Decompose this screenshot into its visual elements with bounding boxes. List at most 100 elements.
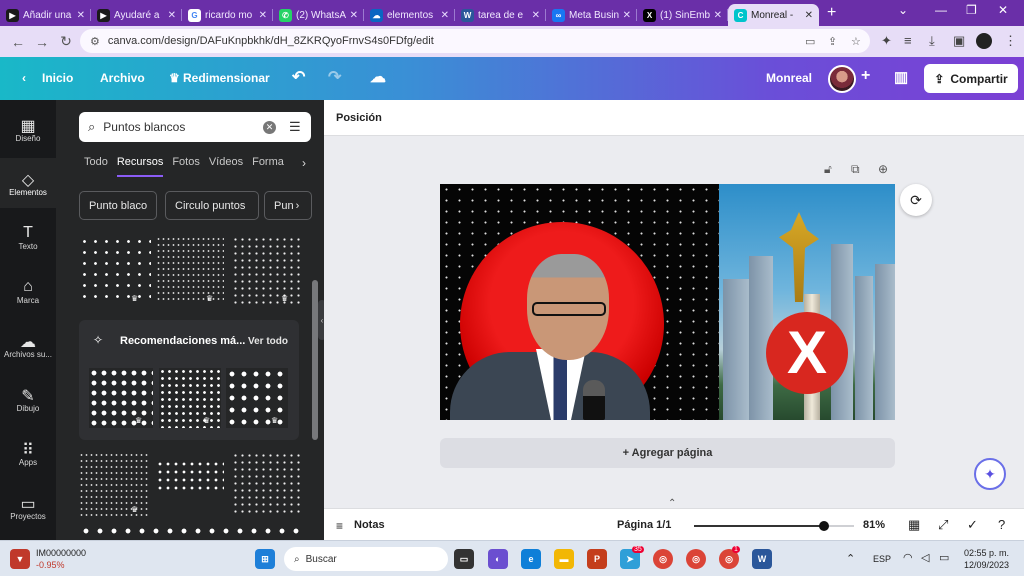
- asset-dots-3[interactable]: [232, 236, 302, 304]
- asset-dots-5[interactable]: [156, 460, 224, 490]
- cloud-save-icon[interactable]: ☁: [370, 67, 386, 87]
- undo-icon[interactable]: ↶: [292, 67, 305, 87]
- new-tab-button[interactable]: +: [827, 4, 836, 22]
- browser-tab-7[interactable]: ∞ Meta Busin ✕: [546, 4, 637, 26]
- panel-tab-videos[interactable]: Vídeos: [209, 156, 243, 177]
- reload-icon[interactable]: ↻: [54, 33, 78, 50]
- help-icon[interactable]: ?: [998, 517, 1005, 532]
- notes-icon[interactable]: ≡: [336, 519, 343, 533]
- rail-item-elementos[interactable]: ◇ Elementos: [0, 158, 56, 208]
- back-chevron-icon[interactable]: ‹: [22, 71, 26, 85]
- rail-item-proyectos[interactable]: ▭ Proyectos: [0, 482, 56, 532]
- clear-search-icon[interactable]: ✕: [263, 120, 276, 134]
- recommended-asset-1[interactable]: [89, 368, 153, 428]
- regenerate-icon[interactable]: ⟳: [900, 184, 932, 216]
- download-icon[interactable]: ⤓: [929, 33, 935, 49]
- minimize-icon[interactable]: —: [935, 3, 947, 17]
- browser-tab-1[interactable]: ▶ Añadir una ✕: [0, 4, 91, 26]
- browser-tab-8[interactable]: X (1) SinEmb ✕: [637, 4, 728, 26]
- teams-icon[interactable]: ◐: [488, 549, 508, 569]
- fullscreen-icon[interactable]: ⤢: [938, 517, 948, 533]
- user-avatar[interactable]: [828, 65, 856, 93]
- browser-tab-6[interactable]: Wtarea de e ✕: [455, 4, 546, 26]
- resize-button[interactable]: Redimensionar: [183, 71, 270, 85]
- recommended-asset-2[interactable]: [159, 368, 221, 428]
- city-photo[interactable]: X: [719, 184, 895, 420]
- rail-item-texto[interactable]: T Texto: [0, 212, 56, 262]
- page-indicator[interactable]: Página 1/1: [617, 519, 671, 531]
- browser-tab-4[interactable]: ✆ (2) WhatsA ✕: [273, 4, 364, 26]
- design-title[interactable]: Monreal: [766, 71, 812, 85]
- tab-close-icon[interactable]: ✕: [623, 10, 631, 21]
- rail-item-dise-o[interactable]: ▦ Diseño: [0, 104, 56, 154]
- chrome-profile-icon[interactable]: ◎: [686, 549, 706, 569]
- lock-icon[interactable]: 🔓︎: [824, 162, 832, 177]
- magic-assistant-icon[interactable]: ✦: [974, 458, 1006, 490]
- forward-icon[interactable]: →: [30, 34, 54, 50]
- tab-close-icon[interactable]: ✕: [714, 10, 722, 21]
- maximize-icon[interactable]: ❐: [966, 3, 977, 17]
- panel-tab-recursos[interactable]: Recursos: [116, 156, 164, 177]
- tab-close-icon[interactable]: ✕: [168, 10, 176, 21]
- browser-tab-9[interactable]: C Monreal - ✕: [728, 4, 819, 26]
- clock-date[interactable]: 12/09/2023: [964, 560, 1009, 570]
- clock-time[interactable]: 02:55 p. m.: [964, 548, 1009, 558]
- chip-circulo-puntos[interactable]: Circulo puntos: [165, 191, 259, 220]
- invite-plus-icon[interactable]: +: [861, 67, 870, 85]
- extensions-icon[interactable]: ✦: [881, 33, 892, 49]
- duplicate-icon[interactable]: ⧉: [851, 162, 860, 177]
- browser-tab-2[interactable]: ▶ Ayudaré a ✕: [91, 4, 182, 26]
- powerpoint-icon[interactable]: P: [587, 549, 607, 569]
- tab-close-icon[interactable]: ✕: [77, 10, 85, 21]
- zoom-slider[interactable]: [694, 521, 854, 531]
- edge-icon[interactable]: e: [521, 549, 541, 569]
- wifi-icon[interactable]: ◠: [903, 551, 913, 564]
- tab-search-icon[interactable]: ⌄: [898, 3, 908, 17]
- chip-pun[interactable]: Pun ›: [264, 191, 312, 220]
- recommended-asset-3[interactable]: [226, 368, 288, 428]
- rail-item-marca[interactable]: ⌂ Marca: [0, 266, 56, 316]
- browser-tab-5[interactable]: ☁ elementos ✕: [364, 4, 455, 26]
- insights-icon[interactable]: ▥: [894, 68, 908, 86]
- panel-tab-fotos[interactable]: Fotos: [172, 156, 200, 177]
- word-icon[interactable]: W: [752, 549, 772, 569]
- address-bar[interactable]: ⚙ canva.com/design/DAFuKnpbkhk/dH_8ZKRQy…: [80, 29, 870, 53]
- tab-close-icon[interactable]: ✕: [441, 10, 449, 21]
- tab-close-icon[interactable]: ✕: [805, 10, 813, 21]
- file-menu[interactable]: Archivo: [100, 71, 145, 85]
- browser-menu-icon[interactable]: ⋮: [1004, 33, 1017, 49]
- battery-icon[interactable]: ▭: [939, 551, 949, 564]
- close-window-icon[interactable]: ✕: [998, 3, 1008, 17]
- start-icon[interactable]: ⊞: [255, 549, 275, 569]
- asset-dots-6[interactable]: [232, 452, 302, 516]
- share-page-icon[interactable]: ⇪: [828, 35, 837, 48]
- chip-punto-blaco[interactable]: Punto blaco: [79, 191, 157, 220]
- zoom-level[interactable]: 81%: [863, 519, 885, 531]
- share-button[interactable]: ⇪ Compartir: [924, 64, 1018, 93]
- redo-icon[interactable]: ↷: [328, 67, 341, 87]
- browser-tab-3[interactable]: Gricardo mo ✕: [182, 4, 273, 26]
- see-all-link[interactable]: Ver todo: [248, 336, 288, 347]
- add-page-icon[interactable]: ⊕: [878, 162, 888, 176]
- design-page[interactable]: X: [440, 184, 895, 420]
- asset-dots-4[interactable]: [79, 452, 149, 516]
- sidepanel-icon[interactable]: ▣: [953, 33, 965, 49]
- asset-dots-row[interactable]: [79, 524, 299, 538]
- language-indicator[interactable]: ESP: [873, 554, 891, 564]
- check-icon[interactable]: ✓: [967, 517, 978, 533]
- tabs-next-icon[interactable]: ›: [302, 156, 306, 170]
- rail-item-archivos-su[interactable]: ☁ Archivos su...: [0, 320, 56, 370]
- rail-item-apps[interactable]: ⠿ Apps: [0, 428, 56, 478]
- position-button[interactable]: Posición: [336, 112, 382, 124]
- notes-button[interactable]: Notas: [354, 519, 385, 531]
- search-input[interactable]: ⌕ Puntos blancos ✕ ☰: [79, 112, 311, 142]
- tab-close-icon[interactable]: ✕: [532, 10, 540, 21]
- grid-view-icon[interactable]: ▦: [908, 517, 920, 533]
- home-link[interactable]: Inicio: [42, 71, 73, 85]
- filter-icon[interactable]: ☰: [289, 119, 301, 135]
- stock-widget-icon[interactable]: ▼: [10, 549, 30, 569]
- install-icon[interactable]: ▭: [805, 35, 815, 48]
- red-x-circle[interactable]: X: [766, 312, 848, 394]
- media-icon[interactable]: ≡: [904, 33, 912, 48]
- tab-close-icon[interactable]: ✕: [259, 10, 267, 21]
